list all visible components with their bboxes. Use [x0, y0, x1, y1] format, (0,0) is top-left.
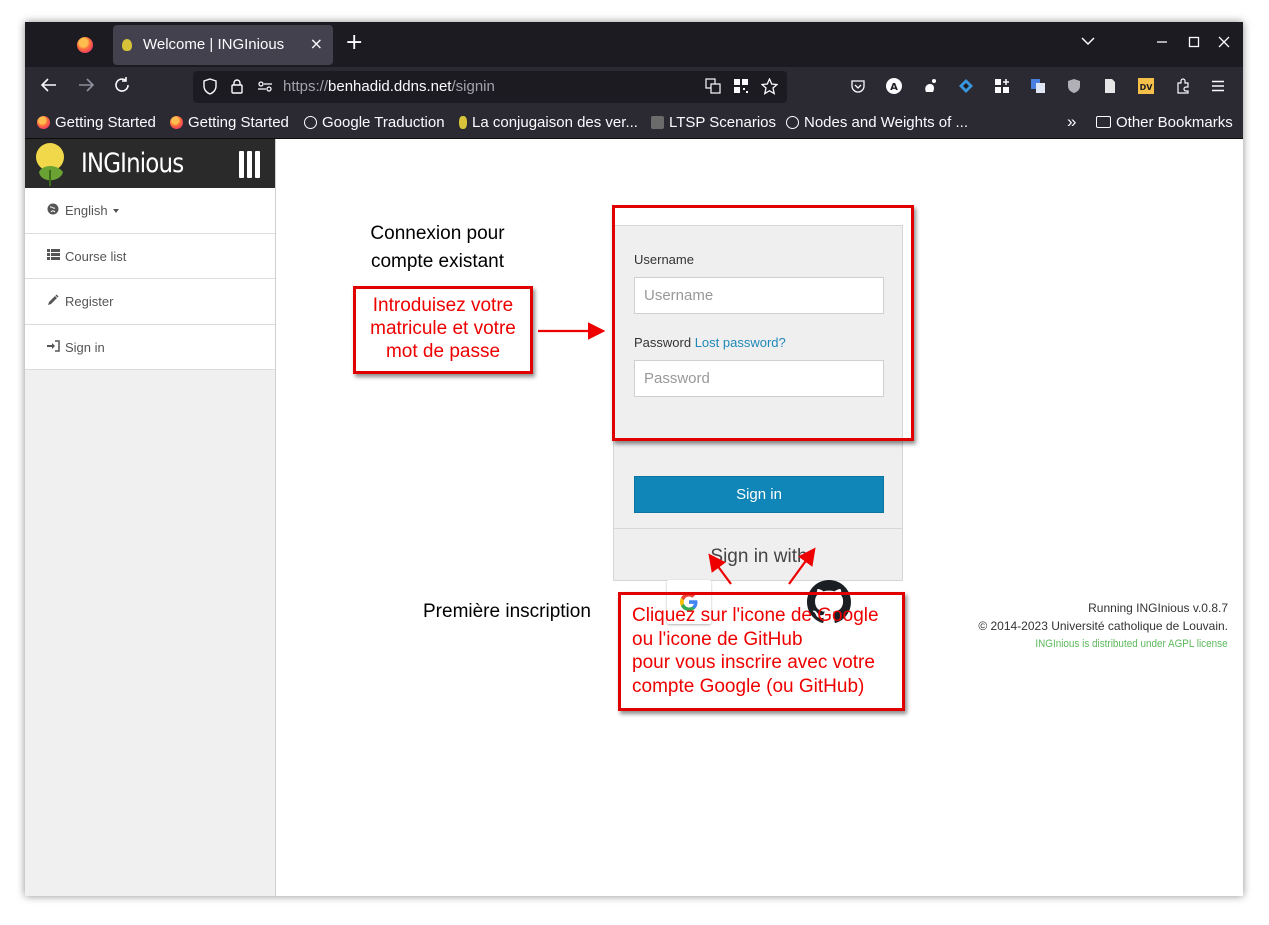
page-content: INGInious English Course list Register S…: [25, 139, 1243, 896]
grid-extension-icon[interactable]: [994, 78, 1010, 94]
bookmark-conjugaison[interactable]: La conjugaison des ver...: [459, 114, 638, 131]
firefox-icon: [37, 116, 50, 129]
lock-icon[interactable]: [230, 78, 244, 99]
other-bookmarks-folder[interactable]: Other Bookmarks: [1096, 114, 1233, 131]
annotation-arrows: [538, 322, 816, 585]
arrow-to-github: [788, 547, 816, 585]
reload-icon[interactable]: [113, 76, 131, 99]
more-bookmarks-chevron-icon[interactable]: »: [1067, 112, 1076, 132]
globe-icon: [786, 116, 799, 129]
maximize-button[interactable]: [1188, 34, 1200, 52]
site-icon: [459, 116, 467, 129]
hamburger-menu-icon[interactable]: [1210, 78, 1226, 94]
pocket-icon[interactable]: [850, 78, 866, 94]
firefox-icon: [170, 116, 183, 129]
tab-close-icon[interactable]: ×: [310, 34, 323, 53]
arrow-to-google: [708, 553, 732, 585]
bookmark-star-icon[interactable]: [760, 77, 779, 99]
back-arrow-icon[interactable]: [40, 76, 58, 99]
minimize-button[interactable]: [1156, 34, 1168, 52]
page-extension-icon[interactable]: [1102, 78, 1118, 94]
navigation-bar: https://benhadid.ddns.net/signin A DV: [25, 67, 1243, 107]
site-icon: [651, 116, 664, 129]
inginious-favicon-icon: [122, 39, 132, 51]
account-avatar-icon[interactable]: A: [886, 78, 902, 94]
extensions-puzzle-icon[interactable]: [1175, 78, 1191, 94]
privacy-shield-icon[interactable]: [1066, 78, 1082, 94]
list-tabs-chevron-icon[interactable]: [1081, 34, 1095, 50]
new-tab-button[interactable]: +: [345, 32, 363, 54]
dv-extension-icon[interactable]: DV: [1138, 78, 1154, 94]
permissions-icon[interactable]: [257, 78, 273, 98]
gnome-extension-icon[interactable]: [922, 78, 938, 94]
bookmark-getting-started-2[interactable]: Getting Started: [170, 114, 289, 131]
tab-title: Welcome | INGInious: [143, 36, 285, 53]
translate-extension-icon[interactable]: [1030, 78, 1046, 94]
bookmark-ltsp-scenarios[interactable]: LTSP Scenarios: [651, 114, 776, 131]
bookmark-google-traduction[interactable]: Google Traduction: [304, 114, 445, 131]
globe-icon: [304, 116, 317, 129]
forward-arrow-icon[interactable]: [77, 76, 95, 99]
folder-icon: [1096, 116, 1111, 128]
url-bar[interactable]: https://benhadid.ddns.net/signin: [193, 71, 787, 103]
tab-active[interactable]: Welcome | INGInious ×: [113, 25, 333, 65]
url-text[interactable]: https://benhadid.ddns.net/signin: [283, 78, 495, 95]
firefox-icon[interactable]: [77, 37, 93, 53]
bookmark-nodes-weights[interactable]: Nodes and Weights of ...: [786, 114, 968, 131]
browser-window: Welcome | INGInious × + https://benhadid…: [25, 22, 1243, 896]
close-window-button[interactable]: [1218, 34, 1230, 52]
translate-page-icon[interactable]: [705, 78, 721, 98]
bookmark-getting-started-1[interactable]: Getting Started: [37, 114, 156, 131]
svg-text:A: A: [890, 82, 898, 93]
devtools-extension-icon[interactable]: [958, 78, 974, 94]
bookmarks-toolbar: Getting Started Getting Started Google T…: [25, 107, 1243, 139]
title-bar: Welcome | INGInious × +: [25, 22, 1243, 67]
svg-text:DV: DV: [1140, 83, 1154, 92]
shield-icon[interactable]: [202, 78, 218, 99]
qr-code-icon[interactable]: [733, 78, 749, 98]
